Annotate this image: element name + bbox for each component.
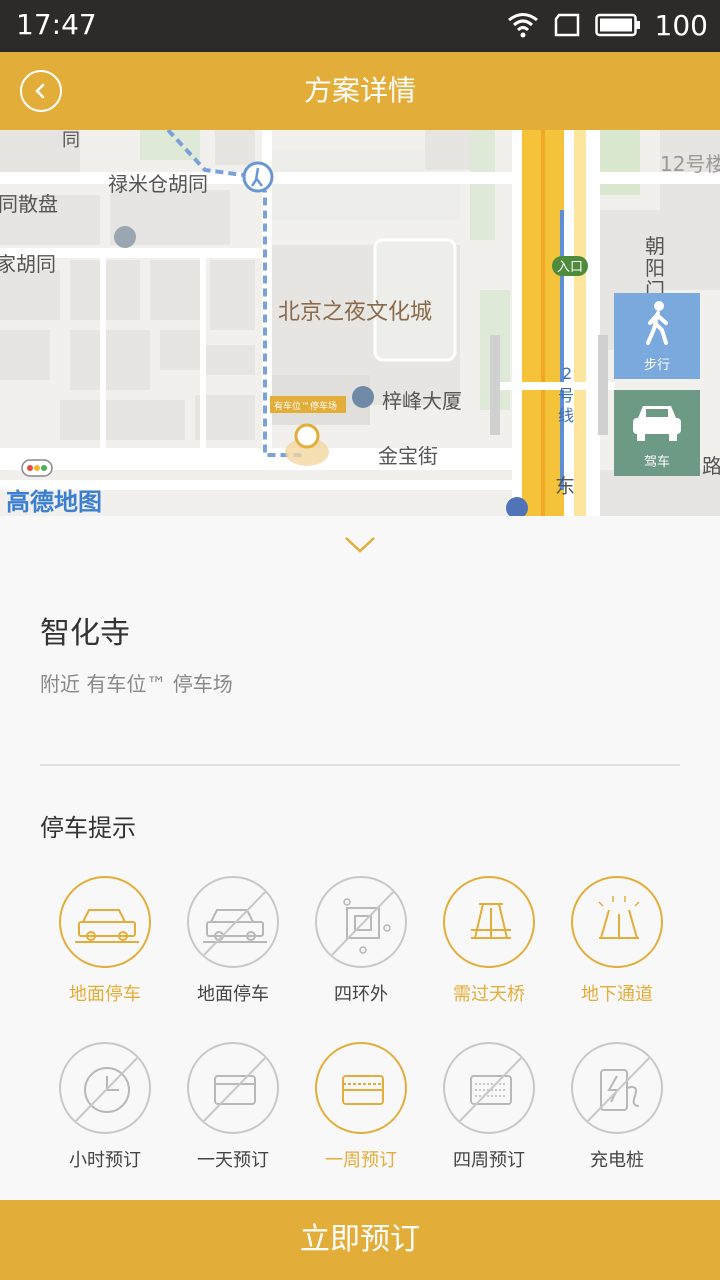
route-map[interactable]: 同 禄米仓胡同 同散盘 家胡同 北京之夜文化城 梓峰大厦 金宝街 12号楼 朝 … <box>0 130 720 516</box>
tip-label: 需过天桥 <box>453 984 525 1005</box>
place-subtitle: 附近 有车位™ 停车场 <box>40 672 233 696</box>
charging-icon <box>582 1053 654 1127</box>
tip-icon-circle <box>571 1042 663 1134</box>
week-card-icon <box>342 1075 384 1105</box>
map-logo: 高德地图 <box>6 488 102 516</box>
parking-tip-item: 地下通道 <box>562 876 672 1006</box>
parking-tip-item: 一周预订 <box>306 1042 416 1172</box>
back-button[interactable] <box>20 70 62 112</box>
app-header: 方案详情 <box>0 52 720 130</box>
parking-tip-item: 需过天桥 <box>434 876 544 1006</box>
tip-icon-circle <box>443 876 535 968</box>
walk-mode-label: 步行 <box>643 358 670 373</box>
tip-icon-circle <box>59 1042 151 1134</box>
tip-label: 小时预订 <box>69 1150 141 1171</box>
tip-icon-circle <box>187 876 279 968</box>
battery-icon <box>594 13 640 37</box>
car-icon <box>633 406 681 441</box>
parking-tip-item: 一天预订 <box>178 1042 288 1172</box>
parking-marker-label: 有车位™停车场 <box>274 402 338 412</box>
day-card-icon <box>198 1053 270 1127</box>
tip-label: 四周预订 <box>453 1150 525 1171</box>
wifi-icon <box>507 13 538 38</box>
tip-label: 充电桩 <box>590 1150 644 1171</box>
map-label: 线 <box>558 406 575 425</box>
chevron-left-icon <box>35 83 45 99</box>
map-label: 家胡同 <box>0 252 56 276</box>
parking-tip-item: 地面停车 <box>178 876 288 1006</box>
tip-icon-circle <box>187 1042 279 1134</box>
map-label: 北京之夜文化城 <box>278 300 433 325</box>
sim-card-icon <box>554 13 579 37</box>
car-icon <box>75 909 139 943</box>
tip-label: 地下通道 <box>581 984 653 1005</box>
map-label: 金宝街 <box>378 444 438 468</box>
tip-icon-circle <box>315 1042 407 1134</box>
tip-icon-circle <box>443 1042 535 1134</box>
parking-tips-title: 停车提示 <box>40 814 136 842</box>
tip-label: 地面停车 <box>69 984 141 1005</box>
walking-person-icon <box>646 301 668 345</box>
divider <box>40 764 680 766</box>
map-label: 同散盘 <box>0 192 58 216</box>
map-label: 12号楼 <box>660 152 720 176</box>
parking-tip-item: 四周预订 <box>434 1042 544 1172</box>
tip-icon-circle <box>315 876 407 968</box>
parking-tip-item: 充电桩 <box>562 1042 672 1172</box>
tip-icon-circle <box>59 876 151 968</box>
underpass-icon <box>598 896 640 939</box>
drive-mode-label: 驾车 <box>643 455 670 470</box>
map-label: 东 <box>555 474 575 498</box>
ring-road-icon <box>326 887 398 961</box>
map-label: 2 <box>562 364 573 383</box>
page-title: 方案详情 <box>303 74 416 107</box>
plan-detail-panel: 智化寺 附近 有车位™ 停车场 停车提示 地面停车 地面停车 四环外 需过天桥 地下通道… <box>0 516 720 1200</box>
car-icon <box>198 887 270 961</box>
battery-level: 100 <box>654 8 708 42</box>
parking-tip-item: 小时预订 <box>50 1042 160 1172</box>
map-label: 路 <box>702 454 720 478</box>
overpass-icon <box>471 903 511 939</box>
parking-tip-item: 地面停车 <box>50 876 160 1006</box>
chevron-down-icon[interactable] <box>344 536 376 554</box>
status-bar: 17:47 100 <box>0 0 720 52</box>
tip-label: 一周预订 <box>325 1150 397 1171</box>
place-name: 智化寺 <box>40 616 130 651</box>
tip-label: 四环外 <box>334 984 388 1005</box>
parking-tip-item: 四环外 <box>306 876 416 1006</box>
map-label: 梓峰大厦 <box>382 389 462 413</box>
tip-label: 地面停车 <box>197 984 269 1005</box>
map-label: 同 <box>62 130 80 151</box>
tip-label: 一天预订 <box>197 1150 269 1171</box>
drive-mode-button[interactable]: 驾车 <box>614 390 700 476</box>
status-time: 17:47 <box>16 8 97 41</box>
tip-icon-circle <box>571 876 663 968</box>
map-label: 禄米仓胡同 <box>108 172 208 196</box>
month-card-icon <box>454 1053 526 1127</box>
walk-mode-button[interactable]: 步行 <box>614 293 700 379</box>
map-label: 入口 <box>557 260 584 275</box>
clock-icon <box>70 1053 142 1127</box>
book-now-button[interactable]: 立即预订 <box>0 1200 720 1280</box>
